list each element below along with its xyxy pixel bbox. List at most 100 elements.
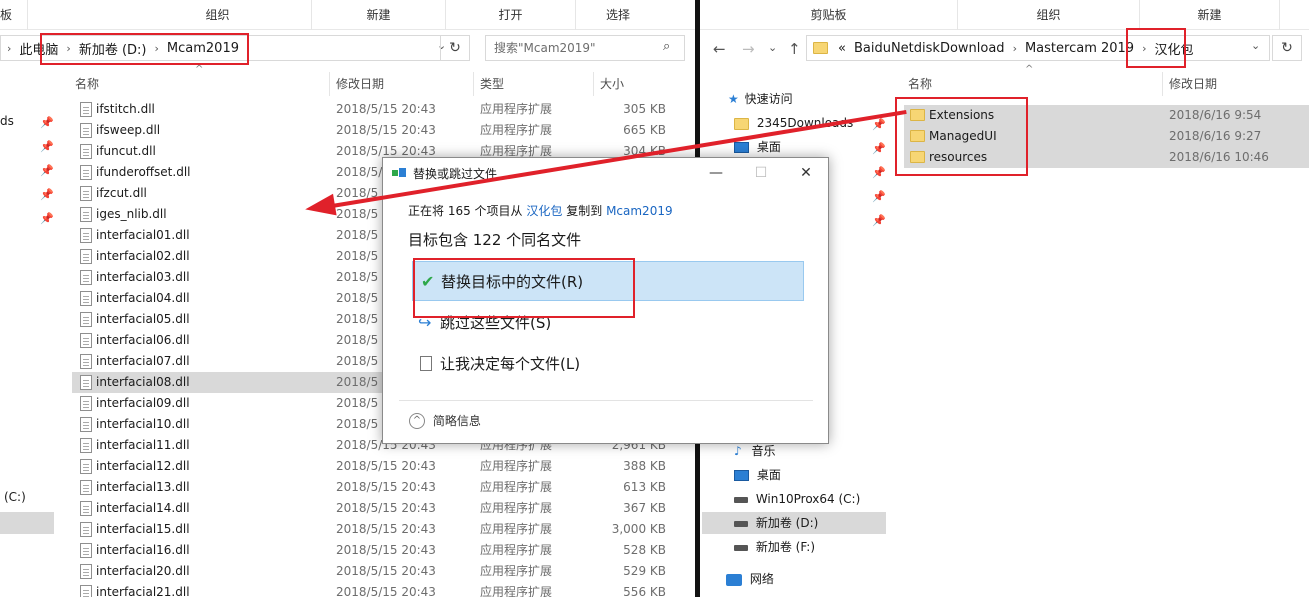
file-name: interfacial12.dll: [96, 459, 190, 473]
file-name: ifunderoffset.dll: [96, 165, 191, 179]
column-header-size[interactable]: 大小: [600, 72, 624, 96]
right-address-bar[interactable]: « BaiduNetdiskDownload › Mastercam 2019 …: [806, 35, 1270, 61]
column-header-date[interactable]: 修改日期: [1169, 72, 1217, 96]
dll-file-icon: [80, 228, 92, 243]
nav-drive-c[interactable]: Win10Prox64 (C:): [734, 488, 884, 510]
file-date: 2018/5: [336, 270, 379, 284]
ribbon-select[interactable]: 选择: [576, 0, 660, 30]
file-name: interfacial11.dll: [96, 438, 190, 452]
breadcrumb-baidunetdisk[interactable]: BaiduNetdiskDownload: [848, 41, 1011, 56]
pin-icon: 📌: [872, 142, 886, 155]
file-name: interfacial14.dll: [96, 501, 190, 515]
file-name: iges_nlib.dll: [96, 207, 167, 221]
file-name: ifzcut.dll: [96, 186, 147, 200]
nav-desktop-2[interactable]: 桌面: [734, 464, 884, 486]
file-date: 2018/5/15 20:43: [336, 522, 436, 536]
nav-quick-access[interactable]: ★ 快速访问: [728, 88, 878, 110]
file-type: 应用程序扩展: [480, 102, 553, 116]
file-name: interfacial04.dll: [96, 291, 190, 305]
refresh-button[interactable]: ↻: [440, 35, 470, 61]
recent-dropdown-icon[interactable]: ⌄: [768, 41, 777, 54]
annotation-box-right-path: [1126, 28, 1186, 68]
close-button[interactable]: ✕: [791, 161, 821, 185]
destination-folder-link[interactable]: Mcam2019: [606, 204, 673, 218]
right-ribbon: 剪贴板 组织 新建: [700, 0, 1309, 30]
pin-icon: 📌: [872, 190, 886, 203]
dll-file-icon: [80, 354, 92, 369]
file-name: interfacial09.dll: [96, 396, 190, 410]
column-header-name[interactable]: 名称: [75, 72, 99, 96]
pin-icon: 📌: [872, 166, 886, 179]
ribbon-clipboard[interactable]: 剪贴板: [700, 0, 958, 30]
dll-file-icon: [80, 333, 92, 348]
file-row[interactable]: interfacial14.dll 2018/5/15 20:43 应用程序扩展 36…: [72, 498, 695, 519]
decide-each-option[interactable]: 让我决定每个文件(L): [412, 344, 804, 384]
ribbon-clipboard-fragment[interactable]: 板: [0, 0, 28, 30]
dll-file-icon: [80, 207, 92, 222]
file-row[interactable]: interfacial13.dll 2018/5/15 20:43 应用程序扩展 61…: [72, 477, 695, 498]
file-row[interactable]: interfacial12.dll 2018/5/15 20:43 应用程序扩展 38…: [72, 456, 695, 477]
folder-date: 2018/6/16 9:27: [1169, 129, 1262, 143]
file-date: 2018/5: [336, 312, 379, 326]
minimize-button[interactable]: —: [701, 161, 731, 185]
file-name: interfacial15.dll: [96, 522, 190, 536]
refresh-button[interactable]: ↻: [1272, 35, 1302, 61]
forward-arrow-icon[interactable]: →: [742, 40, 755, 58]
file-row[interactable]: interfacial16.dll 2018/5/15 20:43 应用程序扩展 52…: [72, 540, 695, 561]
ribbon-new[interactable]: 新建: [312, 0, 446, 30]
file-name: interfacial16.dll: [96, 543, 190, 557]
file-date: 2018/5: [336, 228, 379, 242]
ribbon-organize[interactable]: 组织: [958, 0, 1140, 30]
sort-arrow-icon: ^: [195, 64, 204, 75]
up-arrow-icon[interactable]: ↑: [788, 40, 801, 58]
column-header-type[interactable]: 类型: [480, 72, 504, 96]
ribbon-new[interactable]: 新建: [1140, 0, 1280, 30]
file-date: 2018/5/15 20:43: [336, 459, 436, 473]
nav-drive-f[interactable]: 新加卷 (F:): [734, 536, 884, 558]
dll-file-icon: [80, 501, 92, 516]
column-separator: [1162, 72, 1163, 96]
maximize-button[interactable]: ☐: [746, 161, 776, 185]
nav-fragment-selected[interactable]: [0, 512, 54, 534]
pin-icon: 📌: [872, 214, 886, 227]
back-arrow-icon[interactable]: ←: [713, 40, 726, 58]
dll-file-icon: [80, 123, 92, 138]
file-name: interfacial21.dll: [96, 585, 190, 597]
file-date: 2018/5: [336, 354, 379, 368]
file-name: ifstitch.dll: [96, 102, 155, 116]
nav-network[interactable]: 网络: [726, 568, 876, 590]
nav-desktop[interactable]: 桌面: [734, 136, 884, 158]
breadcrumb-overflow[interactable]: «: [828, 41, 848, 56]
file-row[interactable]: interfacial20.dll 2018/5/15 20:43 应用程序扩展 52…: [72, 561, 695, 582]
file-row[interactable]: ifstitch.dll 2018/5/15 20:43 应用程序扩展 305 KB: [72, 99, 695, 120]
nav-2345downloads[interactable]: 2345Downloads: [734, 112, 884, 134]
search-input[interactable]: 搜索"Mcam2019": [485, 35, 685, 61]
breadcrumb-mastercam[interactable]: Mastercam 2019: [1019, 41, 1140, 56]
file-type: 应用程序扩展: [480, 459, 553, 473]
source-folder-link[interactable]: 汉化包: [526, 204, 562, 218]
dll-file-icon: [80, 186, 92, 201]
dropdown-chevron-icon[interactable]: ⌄: [1251, 39, 1260, 52]
column-separator: [473, 72, 474, 96]
folder-icon: [813, 42, 828, 54]
nav-fragment-drive-c[interactable]: (C:): [4, 490, 26, 504]
ribbon-organize[interactable]: 组织: [124, 0, 312, 30]
dll-file-icon: [80, 291, 92, 306]
dll-file-icon: [80, 144, 92, 159]
column-header-date[interactable]: 修改日期: [336, 72, 384, 96]
column-header-name[interactable]: 名称: [908, 72, 932, 96]
file-row[interactable]: interfacial15.dll 2018/5/15 20:43 应用程序扩展 3,…: [72, 519, 695, 540]
file-name: ifsweep.dll: [96, 123, 161, 137]
nav-fragment-downloads[interactable]: ds: [0, 114, 14, 128]
ribbon-open[interactable]: 打开: [446, 0, 576, 30]
nav-drive-d[interactable]: 新加卷 (D:): [702, 512, 886, 534]
less-info-toggle[interactable]: ^ 简略信息: [409, 412, 481, 429]
dll-file-icon: [80, 165, 92, 180]
file-row[interactable]: ifsweep.dll 2018/5/15 20:43 应用程序扩展 665 KB: [72, 120, 695, 141]
file-row[interactable]: interfacial21.dll 2018/5/15 20:43 应用程序扩展 55…: [72, 582, 695, 597]
drive-icon: [734, 520, 748, 527]
chevron-right-icon: ›: [1012, 41, 1017, 55]
dialog-footer-divider: [399, 400, 813, 401]
file-date: 2018/5/15 20:43: [336, 123, 436, 137]
file-name: interfacial13.dll: [96, 480, 190, 494]
